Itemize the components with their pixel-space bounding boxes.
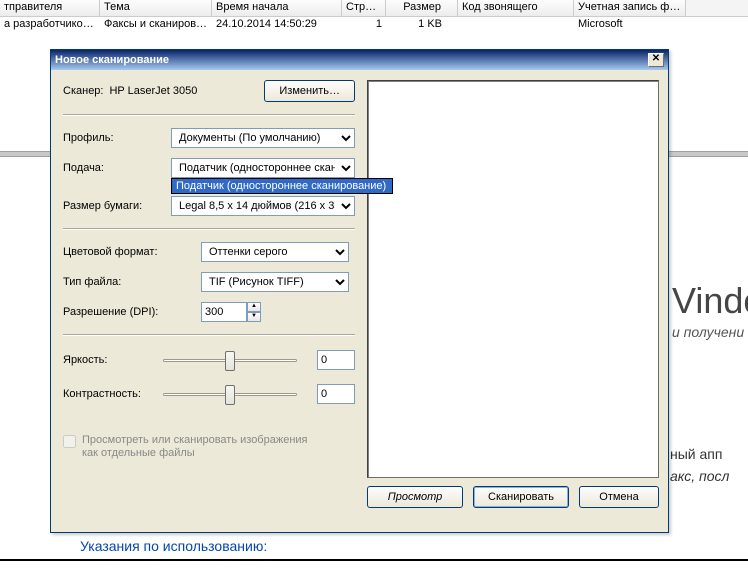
color-label: Цветовой формат: <box>63 246 201 258</box>
usage-link[interactable]: Указания по использованию: <box>80 538 267 554</box>
col-caller[interactable]: Код звонящего <box>458 0 574 16</box>
brightness-input[interactable] <box>317 350 355 370</box>
profile-label: Профиль: <box>63 132 171 144</box>
color-select[interactable]: Оттенки серого <box>201 242 349 262</box>
col-size[interactable]: Размер <box>386 0 458 16</box>
table-header-row: тправителя Тема Время начала Стра… Разме… <box>0 0 748 17</box>
scanner-label: Сканер: <box>63 85 103 97</box>
cell-subject: Факсы и сканирова… <box>100 17 212 34</box>
preview-area <box>367 80 659 478</box>
scan-button[interactable]: Сканировать <box>473 486 569 508</box>
titlebar[interactable]: Новое сканирование ✕ <box>51 50 668 70</box>
separate-files-label: Просмотреть или сканировать изображения … <box>82 434 312 460</box>
brightness-slider[interactable] <box>163 348 297 372</box>
col-account[interactable]: Учетная запись ф… <box>574 0 686 16</box>
black-bar <box>0 559 748 561</box>
divider <box>63 228 355 230</box>
paper-select[interactable]: Legal 8,5 x 14 дюймов (216 x 356 м <box>171 196 355 216</box>
feed-option-selected[interactable]: Податчик (одностороннее сканирование) <box>172 179 392 193</box>
dpi-spinner[interactable]: ▲ ▼ <box>201 302 261 322</box>
feed-label: Подача: <box>63 162 171 174</box>
cancel-button[interactable]: Отмена <box>579 486 659 508</box>
col-sender[interactable]: тправителя <box>0 0 100 16</box>
scanner-name: HP LaserJet 3050 <box>109 85 264 97</box>
change-scanner-button[interactable]: Изменить… <box>264 80 355 102</box>
contrast-input[interactable] <box>317 384 355 404</box>
brightness-label: Яркость: <box>63 354 163 366</box>
col-subject[interactable]: Тема <box>100 0 212 16</box>
divider <box>63 114 355 116</box>
separate-files-cb <box>63 435 76 448</box>
dpi-label: Разрешение (DPI): <box>63 306 201 318</box>
col-start-time[interactable]: Время начала <box>212 0 342 16</box>
cell-size: 1 KB <box>386 17 458 34</box>
table-row[interactable]: а разработчиков… Факсы и сканирова… 24.1… <box>0 17 748 34</box>
bg-line2: акс, посл <box>670 468 729 484</box>
bg-subtitle: и получени <box>672 324 744 340</box>
close-button[interactable]: ✕ <box>648 53 664 67</box>
dialog-title: Новое сканирование <box>55 54 648 66</box>
bg-line1: ный апп <box>670 446 722 462</box>
feed-select[interactable]: Податчик (одностороннее скани <box>171 158 355 178</box>
cell-account: Microsoft <box>574 17 686 34</box>
feed-dropdown-list: Податчик (одностороннее сканирование) <box>171 178 393 194</box>
cell-start-time: 24.10.2014 14:50:29 <box>212 17 342 34</box>
cell-pages: 1 <box>342 17 386 34</box>
contrast-label: Контрастность: <box>63 388 163 400</box>
divider <box>63 334 355 336</box>
dpi-down[interactable]: ▼ <box>247 312 261 322</box>
cell-sender: а разработчиков… <box>0 17 100 34</box>
new-scan-dialog: Новое сканирование ✕ Сканер: HP LaserJet… <box>50 49 669 533</box>
document-list: тправителя Тема Время начала Стра… Разме… <box>0 0 748 34</box>
contrast-slider[interactable] <box>163 382 297 406</box>
paper-label: Размер бумаги: <box>63 200 171 212</box>
filetype-select[interactable]: TIF (Рисунок TIFF) <box>201 272 349 292</box>
filetype-label: Тип файла: <box>63 276 201 288</box>
profile-select[interactable]: Документы (По умолчанию) <box>171 128 355 148</box>
separate-files-checkbox: Просмотреть или сканировать изображения … <box>63 434 355 460</box>
col-pages[interactable]: Стра… <box>342 0 386 16</box>
dpi-input[interactable] <box>201 302 247 322</box>
dpi-up[interactable]: ▲ <box>247 302 261 312</box>
bg-title: Vindo <box>672 280 748 322</box>
cell-caller <box>458 17 574 34</box>
preview-button[interactable]: Просмотр <box>367 486 463 508</box>
